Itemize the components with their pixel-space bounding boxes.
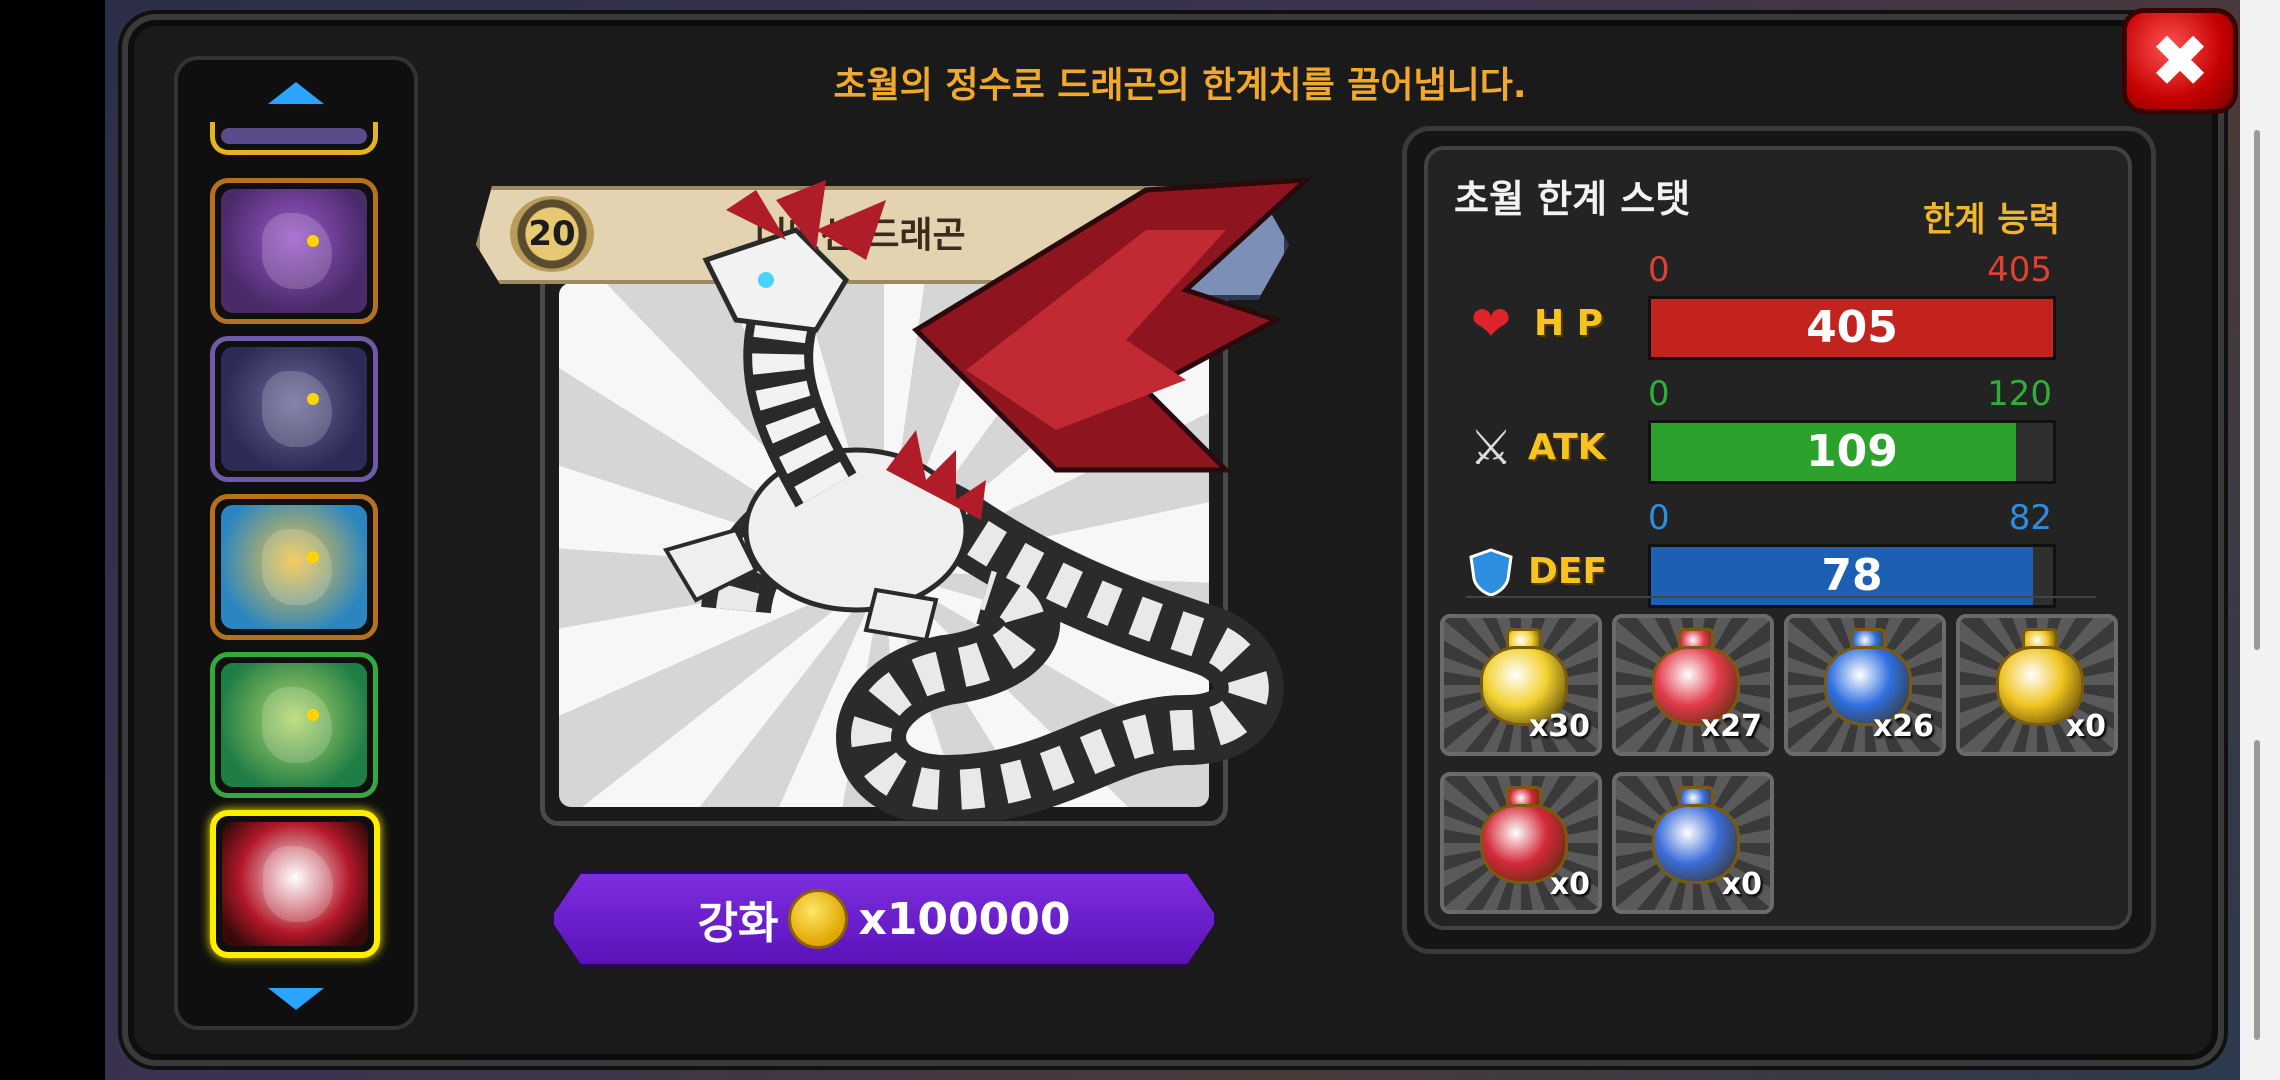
dimension-dragon-illustration bbox=[662, 177, 1313, 820]
dragon-thumb-dimension-selected[interactable] bbox=[210, 810, 380, 958]
atk-max: 120 bbox=[1987, 374, 2052, 414]
potion-slot-large-yellow[interactable]: x0 bbox=[1956, 614, 2118, 756]
potion-count: x0 bbox=[1721, 867, 1762, 902]
dragon-thumb-shadow[interactable] bbox=[210, 336, 378, 482]
stats-subtitle: 한계 능력 bbox=[1923, 200, 2060, 240]
dragon-thumb-purple[interactable] bbox=[210, 178, 378, 324]
dragon-thumb-green[interactable] bbox=[210, 652, 378, 798]
potion-slot-small-red[interactable]: x27 bbox=[1612, 614, 1774, 756]
upgrade-cost: x100000 bbox=[858, 893, 1071, 945]
shield-icon bbox=[1460, 544, 1522, 600]
close-icon: ✖ bbox=[2149, 19, 2211, 103]
gold-coin-icon bbox=[788, 889, 849, 949]
atk-bar: 109 bbox=[1648, 420, 2056, 484]
panel-header-message: 초월의 정수로 드래곤의 한계치를 끌어냅니다. bbox=[833, 65, 1527, 106]
system-scroll-strip bbox=[2240, 0, 2280, 1080]
stats-divider bbox=[1466, 596, 2096, 598]
potion-slot-small-yellow[interactable]: x30 bbox=[1440, 614, 1602, 756]
def-min: 0 bbox=[1648, 498, 1670, 538]
potion-count: x0 bbox=[1549, 867, 1590, 902]
upgrade-button[interactable]: 강화 x100000 bbox=[550, 870, 1218, 968]
heart-icon: ❤ bbox=[1470, 296, 1512, 352]
dragon-thumb-yellow[interactable] bbox=[210, 494, 378, 640]
potion-count: x27 bbox=[1700, 709, 1762, 744]
arrow-down-icon[interactable] bbox=[268, 988, 324, 1010]
hp-bar: 405 bbox=[1648, 296, 2056, 360]
potion-count: x0 bbox=[2065, 709, 2106, 744]
atk-label: ATK bbox=[1528, 427, 1606, 468]
potion-slot-large-blue[interactable]: x0 bbox=[1612, 772, 1774, 914]
def-label: DEF bbox=[1528, 551, 1608, 592]
arrow-up-icon[interactable] bbox=[268, 82, 324, 104]
hp-min: 0 bbox=[1648, 250, 1670, 290]
hp-value: 405 bbox=[1806, 302, 1898, 353]
atk-value: 109 bbox=[1806, 426, 1898, 477]
close-button[interactable]: ✖ bbox=[2122, 8, 2238, 114]
stats-title: 초월 한계 스탯 bbox=[1454, 177, 1691, 221]
potion-slot-large-red[interactable]: x0 bbox=[1440, 772, 1602, 914]
crossed-swords-icon: ⚔ bbox=[1469, 420, 1513, 476]
hp-label: H P bbox=[1534, 303, 1604, 344]
dragon-thumb-partial[interactable] bbox=[210, 122, 378, 155]
level-badge: 20 bbox=[510, 196, 594, 272]
upgrade-label: 강화 bbox=[697, 898, 779, 949]
atk-min: 0 bbox=[1648, 374, 1670, 414]
potion-slot-small-blue[interactable]: x26 bbox=[1784, 614, 1946, 756]
potion-count: x30 bbox=[1528, 709, 1590, 744]
dragon-list-sidebar[interactable] bbox=[174, 56, 418, 1030]
def-bar: 78 bbox=[1648, 544, 2056, 608]
potion-count: x26 bbox=[1872, 709, 1934, 744]
hp-max: 405 bbox=[1987, 250, 2052, 290]
def-max: 82 bbox=[2008, 498, 2052, 538]
